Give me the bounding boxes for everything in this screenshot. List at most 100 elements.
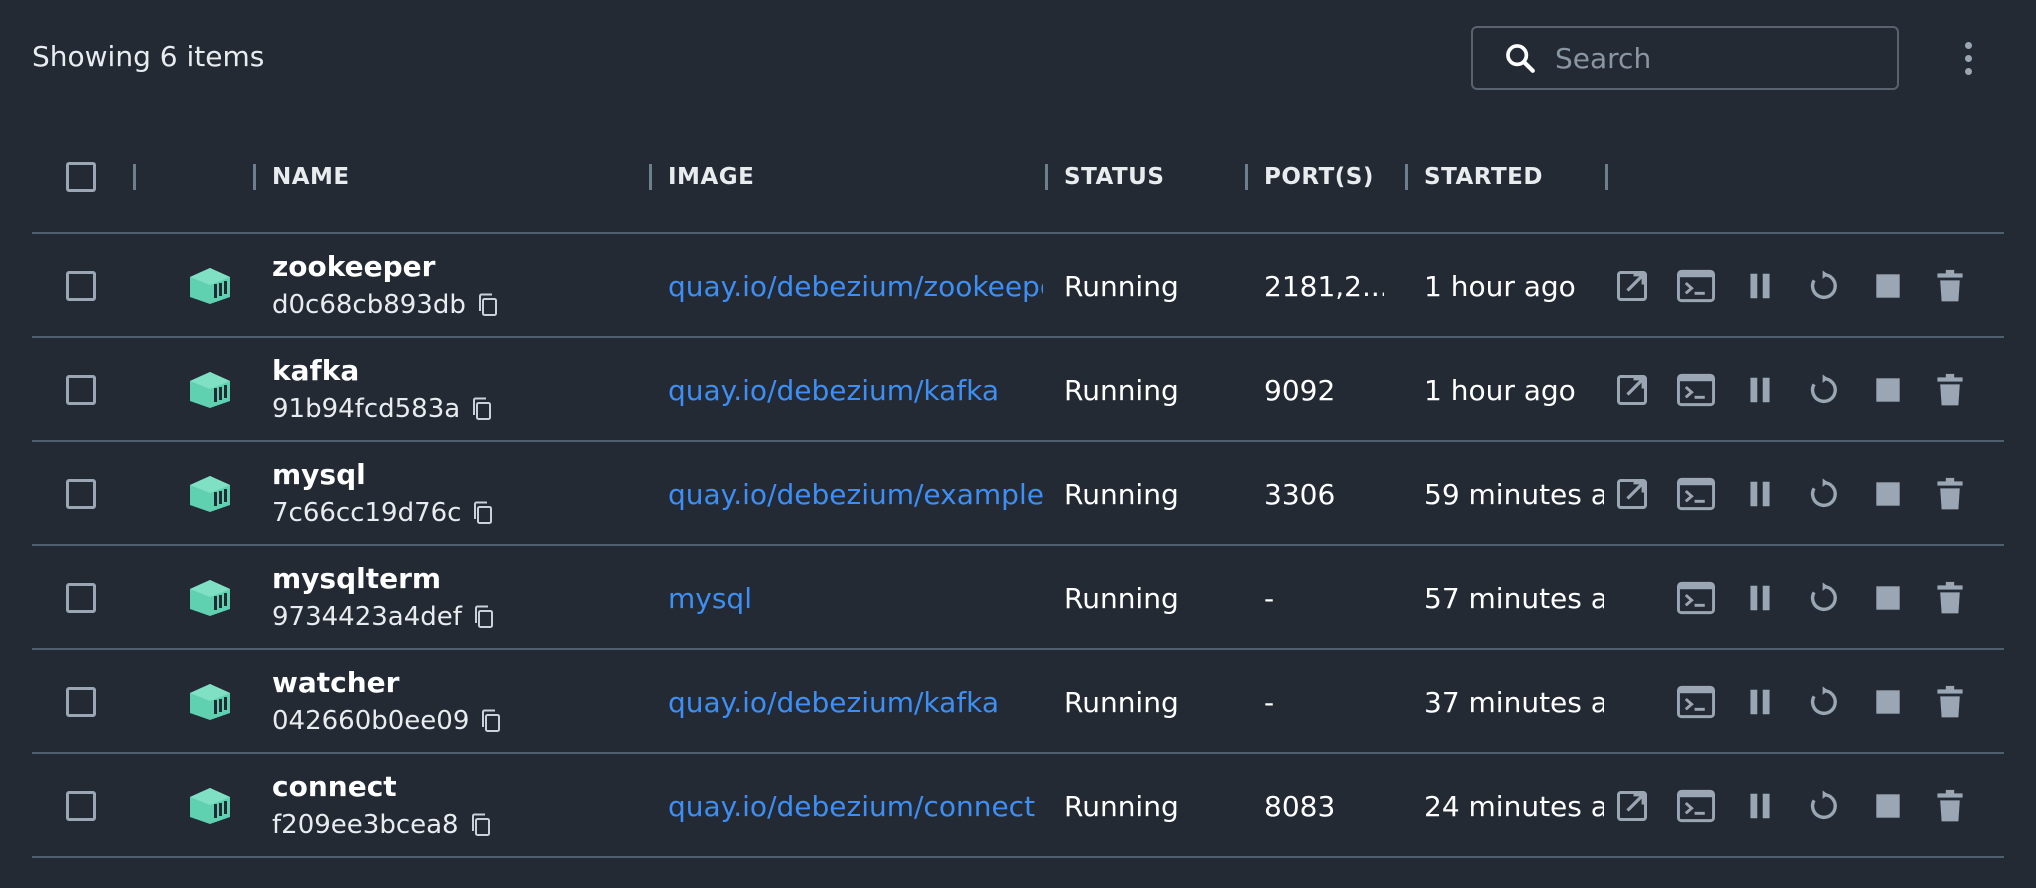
row-divider: [32, 856, 2004, 858]
trash-icon[interactable]: [1930, 578, 1970, 618]
pause-icon[interactable]: [1740, 370, 1780, 410]
container-icon: [190, 268, 230, 304]
column-separator[interactable]: [253, 164, 256, 190]
select-all-checkbox[interactable]: [66, 162, 96, 192]
stop-icon[interactable]: [1868, 682, 1908, 722]
copy-icon[interactable]: [479, 708, 503, 734]
restart-icon[interactable]: [1804, 578, 1844, 618]
stop-icon[interactable]: [1868, 370, 1908, 410]
row-checkbox[interactable]: [66, 271, 96, 301]
open-in-browser-icon[interactable]: [1612, 786, 1652, 826]
table-row: mysqlterm 9734423a4def mysql Running - 5…: [0, 546, 2036, 650]
column-separator[interactable]: [133, 164, 136, 190]
terminal-icon[interactable]: [1676, 578, 1716, 618]
copy-icon[interactable]: [469, 812, 493, 838]
column-header-status[interactable]: STATUS: [1064, 164, 1164, 190]
terminal-icon[interactable]: [1676, 370, 1716, 410]
container-name[interactable]: connect: [272, 770, 397, 803]
container-name[interactable]: mysql: [272, 458, 366, 491]
container-id-text: 7c66cc19d76c: [272, 498, 462, 528]
status-text: Running: [1064, 478, 1179, 511]
started-text: 1 hour ago: [1424, 270, 1576, 303]
container-name[interactable]: mysqlterm: [272, 562, 441, 595]
search-icon: [1506, 44, 1535, 73]
status-text: Running: [1064, 582, 1179, 615]
container-id: 7c66cc19d76c: [272, 498, 495, 528]
ports-text: 9092: [1264, 374, 1336, 407]
search-input[interactable]: [1555, 41, 1875, 75]
trash-icon[interactable]: [1930, 370, 1970, 410]
trash-icon[interactable]: [1930, 682, 1970, 722]
row-checkbox[interactable]: [66, 375, 96, 405]
image-link[interactable]: quay.io/debezium/example-r: [668, 478, 1043, 511]
column-separator[interactable]: [649, 164, 652, 190]
container-id: 042660b0ee09: [272, 706, 503, 736]
column-header-name[interactable]: NAME: [272, 164, 350, 190]
restart-icon[interactable]: [1804, 370, 1844, 410]
trash-icon[interactable]: [1930, 786, 1970, 826]
open-in-browser-icon[interactable]: [1612, 474, 1652, 514]
pause-icon[interactable]: [1740, 266, 1780, 306]
image-link[interactable]: quay.io/debezium/connect: [668, 790, 1043, 823]
column-separator[interactable]: [1605, 164, 1608, 190]
container-id-text: f209ee3bcea8: [272, 810, 459, 840]
copy-icon[interactable]: [476, 292, 500, 318]
row-checkbox[interactable]: [66, 583, 96, 613]
stop-icon[interactable]: [1868, 474, 1908, 514]
restart-icon[interactable]: [1804, 474, 1844, 514]
column-header-ports[interactable]: PORT(S): [1264, 164, 1374, 190]
pause-icon[interactable]: [1740, 786, 1780, 826]
image-link[interactable]: mysql: [668, 582, 1043, 615]
ports-text: -: [1264, 686, 1275, 719]
items-summary: Showing 6 items: [32, 40, 265, 73]
stop-icon[interactable]: [1868, 578, 1908, 618]
column-header-image[interactable]: IMAGE: [668, 164, 754, 190]
pause-icon[interactable]: [1740, 578, 1780, 618]
terminal-icon[interactable]: [1676, 474, 1716, 514]
row-checkbox[interactable]: [66, 791, 96, 821]
kebab-menu-icon[interactable]: [1956, 36, 1980, 80]
image-link[interactable]: quay.io/debezium/zookeeper: [668, 270, 1043, 303]
table-row: mysql 7c66cc19d76c quay.io/debezium/exam…: [0, 442, 2036, 546]
copy-icon[interactable]: [471, 500, 495, 526]
image-link[interactable]: quay.io/debezium/kafka: [668, 374, 1043, 407]
container-name[interactable]: kafka: [272, 354, 359, 387]
column-separator[interactable]: [1045, 164, 1048, 190]
status-text: Running: [1064, 270, 1179, 303]
ports-text: -: [1264, 582, 1275, 615]
status-text: Running: [1064, 686, 1179, 719]
trash-icon[interactable]: [1930, 266, 1970, 306]
copy-icon[interactable]: [472, 604, 496, 630]
restart-icon[interactable]: [1804, 266, 1844, 306]
open-in-browser-icon[interactable]: [1612, 266, 1652, 306]
container-name[interactable]: watcher: [272, 666, 399, 699]
copy-icon[interactable]: [470, 396, 494, 422]
table-header: NAME IMAGE STATUS PORT(S) STARTED: [0, 150, 2036, 206]
container-name[interactable]: zookeeper: [272, 250, 435, 283]
container-icon: [190, 476, 230, 512]
trash-icon[interactable]: [1930, 474, 1970, 514]
table-row: zookeeper d0c68cb893db quay.io/debezium/…: [0, 234, 2036, 338]
terminal-icon[interactable]: [1676, 682, 1716, 722]
ports-text: 8083: [1264, 790, 1336, 823]
pause-icon[interactable]: [1740, 474, 1780, 514]
restart-icon[interactable]: [1804, 786, 1844, 826]
column-separator[interactable]: [1405, 164, 1408, 190]
search-box[interactable]: [1471, 26, 1899, 90]
stop-icon[interactable]: [1868, 266, 1908, 306]
stop-icon[interactable]: [1868, 786, 1908, 826]
column-separator[interactable]: [1245, 164, 1248, 190]
container-icon: [190, 372, 230, 408]
row-checkbox[interactable]: [66, 687, 96, 717]
terminal-icon[interactable]: [1676, 266, 1716, 306]
image-link[interactable]: quay.io/debezium/kafka: [668, 686, 1043, 719]
container-icon: [190, 788, 230, 824]
restart-icon[interactable]: [1804, 682, 1844, 722]
open-in-browser-icon[interactable]: [1612, 370, 1652, 410]
pause-icon[interactable]: [1740, 682, 1780, 722]
terminal-icon[interactable]: [1676, 786, 1716, 826]
container-id: 91b94fcd583a: [272, 394, 494, 424]
row-checkbox[interactable]: [66, 479, 96, 509]
column-header-started[interactable]: STARTED: [1424, 164, 1543, 190]
started-text: 57 minutes ag: [1424, 582, 1604, 615]
